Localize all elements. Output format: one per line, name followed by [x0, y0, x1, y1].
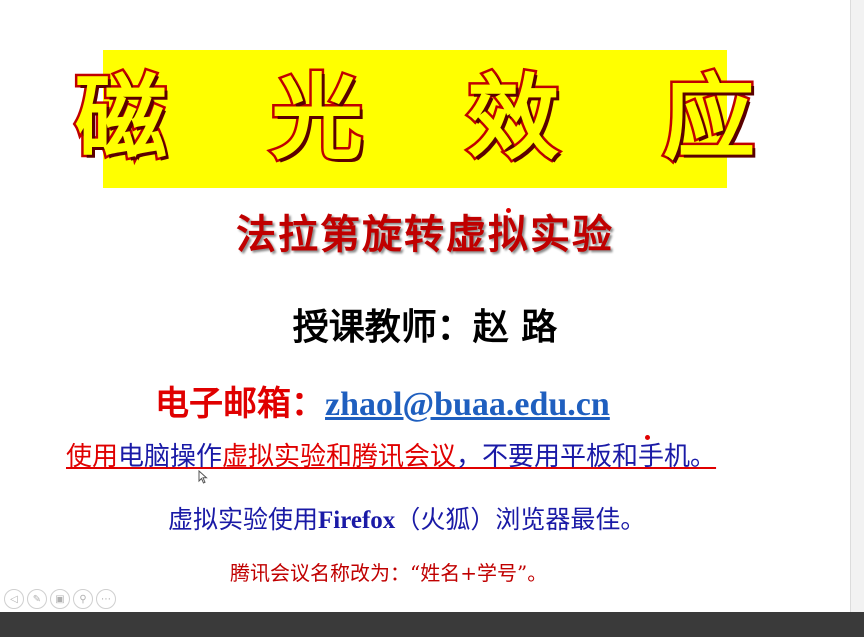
- browser-tip-after: （火狐）浏览器最佳。: [395, 505, 646, 534]
- laser-dot: [506, 208, 511, 213]
- teacher-line: 授课教师：赵 路: [292, 306, 558, 348]
- slideshow-controls: ◁ ✎ ▣ ⚲ ⋯: [4, 589, 116, 609]
- browser-tip-firefox: Firefox: [318, 507, 396, 534]
- notice-text-red-2: 虚拟实验和腾讯会议: [222, 442, 457, 472]
- device-notice: 使用电脑操作虚拟实验和腾讯会议，不要用平板和手机。: [66, 436, 716, 473]
- rename-tip: 腾讯会议名称改为：“姓名+学号”。: [230, 561, 548, 585]
- slide-subtitle: 法拉第旋转虚拟实验: [236, 212, 614, 258]
- email-label: 电子邮箱：: [155, 384, 325, 424]
- mouse-cursor-icon: [198, 470, 208, 484]
- notice-text-red-1: 使用: [66, 442, 119, 472]
- more-icon[interactable]: ⋯: [96, 589, 116, 609]
- email-line: 电子邮箱：zhaol@buaa.edu.cn: [155, 376, 610, 425]
- title-banner: 磁 光 效 应: [72, 50, 758, 188]
- pen-icon[interactable]: ✎: [27, 589, 47, 609]
- notice-text-blue-2: ，不要用平板和手机。: [456, 442, 717, 472]
- email-link[interactable]: zhaol@buaa.edu.cn: [325, 386, 610, 423]
- notice-text-blue-1: 电脑操作: [118, 442, 223, 472]
- laser-dot: [645, 435, 650, 440]
- slides-icon[interactable]: ▣: [50, 589, 70, 609]
- slide-canvas: 磁 光 效 应 法拉第旋转虚拟实验 授课教师：赵 路 电子邮箱：zhaol@bu…: [0, 0, 850, 612]
- zoom-icon[interactable]: ⚲: [73, 589, 93, 609]
- browser-tip-before: 虚拟实验使用: [168, 505, 319, 534]
- browser-tip: 虚拟实验使用Firefox（火狐）浏览器最佳。: [168, 500, 645, 536]
- slide-title: 磁 光 效 应: [72, 65, 792, 172]
- right-edge-strip: [850, 0, 864, 612]
- bottom-taskbar: [0, 612, 864, 637]
- previous-icon[interactable]: ◁: [4, 589, 24, 609]
